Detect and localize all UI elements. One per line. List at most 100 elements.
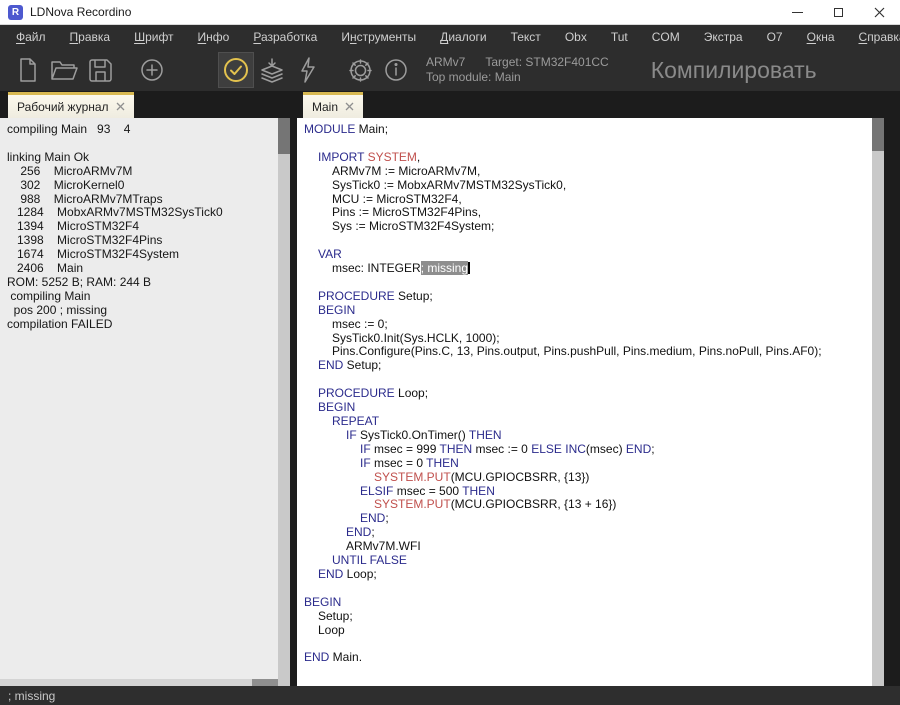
scrollbar-thumb[interactable] [252,679,278,686]
menu-item-development[interactable]: Разработка [241,25,329,49]
code-token: (MCU.GPIOCBSRR, {13 + 16}) [451,497,617,511]
code-line: BEGIN [304,596,866,610]
window-controls [777,0,900,24]
tab-main-module[interactable]: Main [303,92,363,118]
tab-work-log[interactable]: Рабочий журнал [8,92,134,118]
code-line [304,637,866,651]
close-button[interactable] [859,0,900,24]
code-token: ; [651,442,654,456]
log-pane: Рабочий журнал compiling Main 93 4 linkin… [0,91,290,686]
main-area: Рабочий журнал compiling Main 93 4 linkin… [0,91,900,686]
code-line: SysTick0 := MobxARMv7MSTM32SysTick0, [304,179,866,193]
code-line: SYSTEM.PUT(MCU.GPIOCBSRR, {13}) [304,471,866,485]
editor-tab-row: Main [297,91,884,118]
log-horizontal-scrollbar[interactable] [0,679,278,686]
code-token: FALSE [370,553,407,567]
code-token: , [417,150,420,164]
code-line: IMPORT SYSTEM, [304,151,866,165]
save-button[interactable] [82,52,118,88]
code-line: IF msec = 999 THEN msec := 0 ELSE INC(ms… [304,443,866,457]
tab-close-button[interactable] [345,102,354,111]
menu-item-tut[interactable]: Tut [599,25,640,49]
flash-button[interactable] [290,52,326,88]
code-token: VAR [318,247,342,261]
code-token: END [304,650,329,664]
code-token: (MCU.GPIOCBSRR, {13}) [451,470,590,484]
maximize-button[interactable] [818,0,859,24]
link-button[interactable] [254,52,290,88]
log-vertical-scrollbar[interactable] [278,118,290,686]
log-line: 1394 MicroSTM32F4 [7,220,272,234]
info-button[interactable] [378,52,414,88]
code-token: ELSE [531,442,562,456]
log-line: 256 MicroARMv7M [7,165,272,179]
code-line: Sys := MicroSTM32F4System; [304,220,866,234]
text-caret [468,262,470,274]
add-button[interactable] [134,52,170,88]
tab-label: Рабочий журнал [17,100,109,114]
selected-text: ; missing [421,261,468,275]
menu-item-help[interactable]: Справка [847,25,900,49]
editor-body[interactable]: MODULE Main;IMPORT SYSTEM,ARMv7M := Micr… [297,118,884,686]
code-token: END [318,358,343,372]
log-line: linking Main Ok [7,151,272,165]
code-token: ; [385,511,388,525]
code-token: SYSTEM [368,150,417,164]
menu-bar: ФайлПравкаШрифтИнфоРазработкаИнструменты… [0,25,900,49]
editor-vertical-scrollbar[interactable] [872,118,884,686]
menu-item-windows[interactable]: Окна [795,25,847,49]
code-line: msec := 0; [304,318,866,332]
code-token: msec = 999 [371,442,440,456]
menu-item-font[interactable]: Шрифт [122,25,185,49]
code-line: PROCEDURE Loop; [304,387,866,401]
tab-close-button[interactable] [116,102,125,111]
open-file-button[interactable] [46,52,82,88]
menu-item-tools[interactable]: Инструменты [329,25,428,49]
menu-item-obx[interactable]: Obx [553,25,599,49]
code-token: BEGIN [318,400,355,414]
code-line [304,276,866,290]
check-circle-icon [222,56,250,84]
log-line: compilation FAILED [7,318,272,332]
code-line: ELSIF msec = 500 THEN [304,485,866,499]
code-token: REPEAT [332,414,379,428]
code-line: END; [304,512,866,526]
menu-item-file[interactable]: Файл [4,25,58,49]
code-line: IF msec = 0 THEN [304,457,866,471]
menu-item-com[interactable]: COM [640,25,692,49]
menu-item-extra[interactable]: Экстра [692,25,755,49]
compile-check-button[interactable] [218,52,254,88]
log-line: pos 200 ; missing [7,304,272,318]
menu-item-dialogs[interactable]: Диалоги [428,25,498,49]
code-line: ARMv7M.WFI [304,540,866,554]
menu-item-edit[interactable]: Правка [58,25,123,49]
open-folder-icon [50,58,78,82]
new-file-icon [16,57,40,83]
code-token: SysTick0 := MobxARMv7MSTM32SysTick0, [332,178,566,192]
menu-item-text[interactable]: Текст [499,25,553,49]
code-token: Main. [329,650,362,664]
log-tab-row: Рабочий журнал [0,91,290,118]
code-token: IF [346,428,357,442]
settings-button[interactable] [342,52,378,88]
menu-item-o7[interactable]: O7 [755,25,795,49]
new-file-button[interactable] [10,52,46,88]
code-line: Setup; [304,610,866,624]
minimize-button[interactable] [777,0,818,24]
log-line: compiling Main 93 4 [7,123,272,137]
app-logo-icon: R [8,5,23,20]
flash-icon [296,56,320,84]
menu-item-info[interactable]: Инфо [186,25,242,49]
code-area[interactable]: MODULE Main;IMPORT SYSTEM,ARMv7M := Micr… [297,118,884,665]
pane-divider[interactable] [290,91,297,686]
code-token: (msec) [586,442,626,456]
code-token: END [318,567,343,581]
code-token: Pins := MicroSTM32F4Pins, [332,205,481,219]
scrollbar-thumb[interactable] [278,118,290,154]
code-token: Main; [355,122,388,136]
add-circle-icon [139,57,165,83]
compile-menu[interactable]: Компилировать [651,57,817,84]
code-token: IF [360,442,371,456]
scrollbar-thumb[interactable] [872,118,884,151]
code-token: THEN [462,484,495,498]
